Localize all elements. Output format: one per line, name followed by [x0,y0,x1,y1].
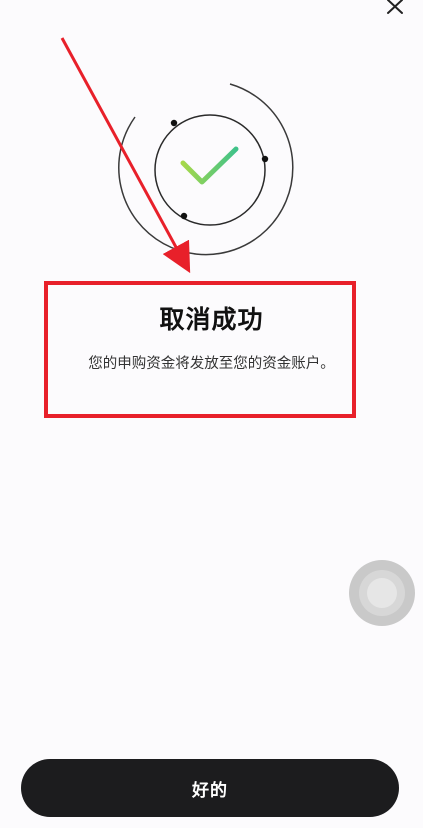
ok-button[interactable]: 好的 [21,759,399,817]
assistive-touch-ring [359,570,405,616]
dialog-title: 取消成功 [159,305,264,334]
ring-dot-top [170,119,178,127]
assistive-touch-core [367,578,397,608]
success-check-icon [180,146,239,185]
ring-dot-right [261,155,269,163]
ring-dot-bottom [180,212,188,220]
assistive-touch-icon[interactable] [349,560,415,626]
inner-ring [154,114,266,226]
success-illustration [60,37,294,274]
outer-ring-arc [118,83,294,256]
dialog-message: 您的申购资金将发放至您的资金账户。 [88,356,335,372]
red-arrow-annotation [60,37,191,274]
